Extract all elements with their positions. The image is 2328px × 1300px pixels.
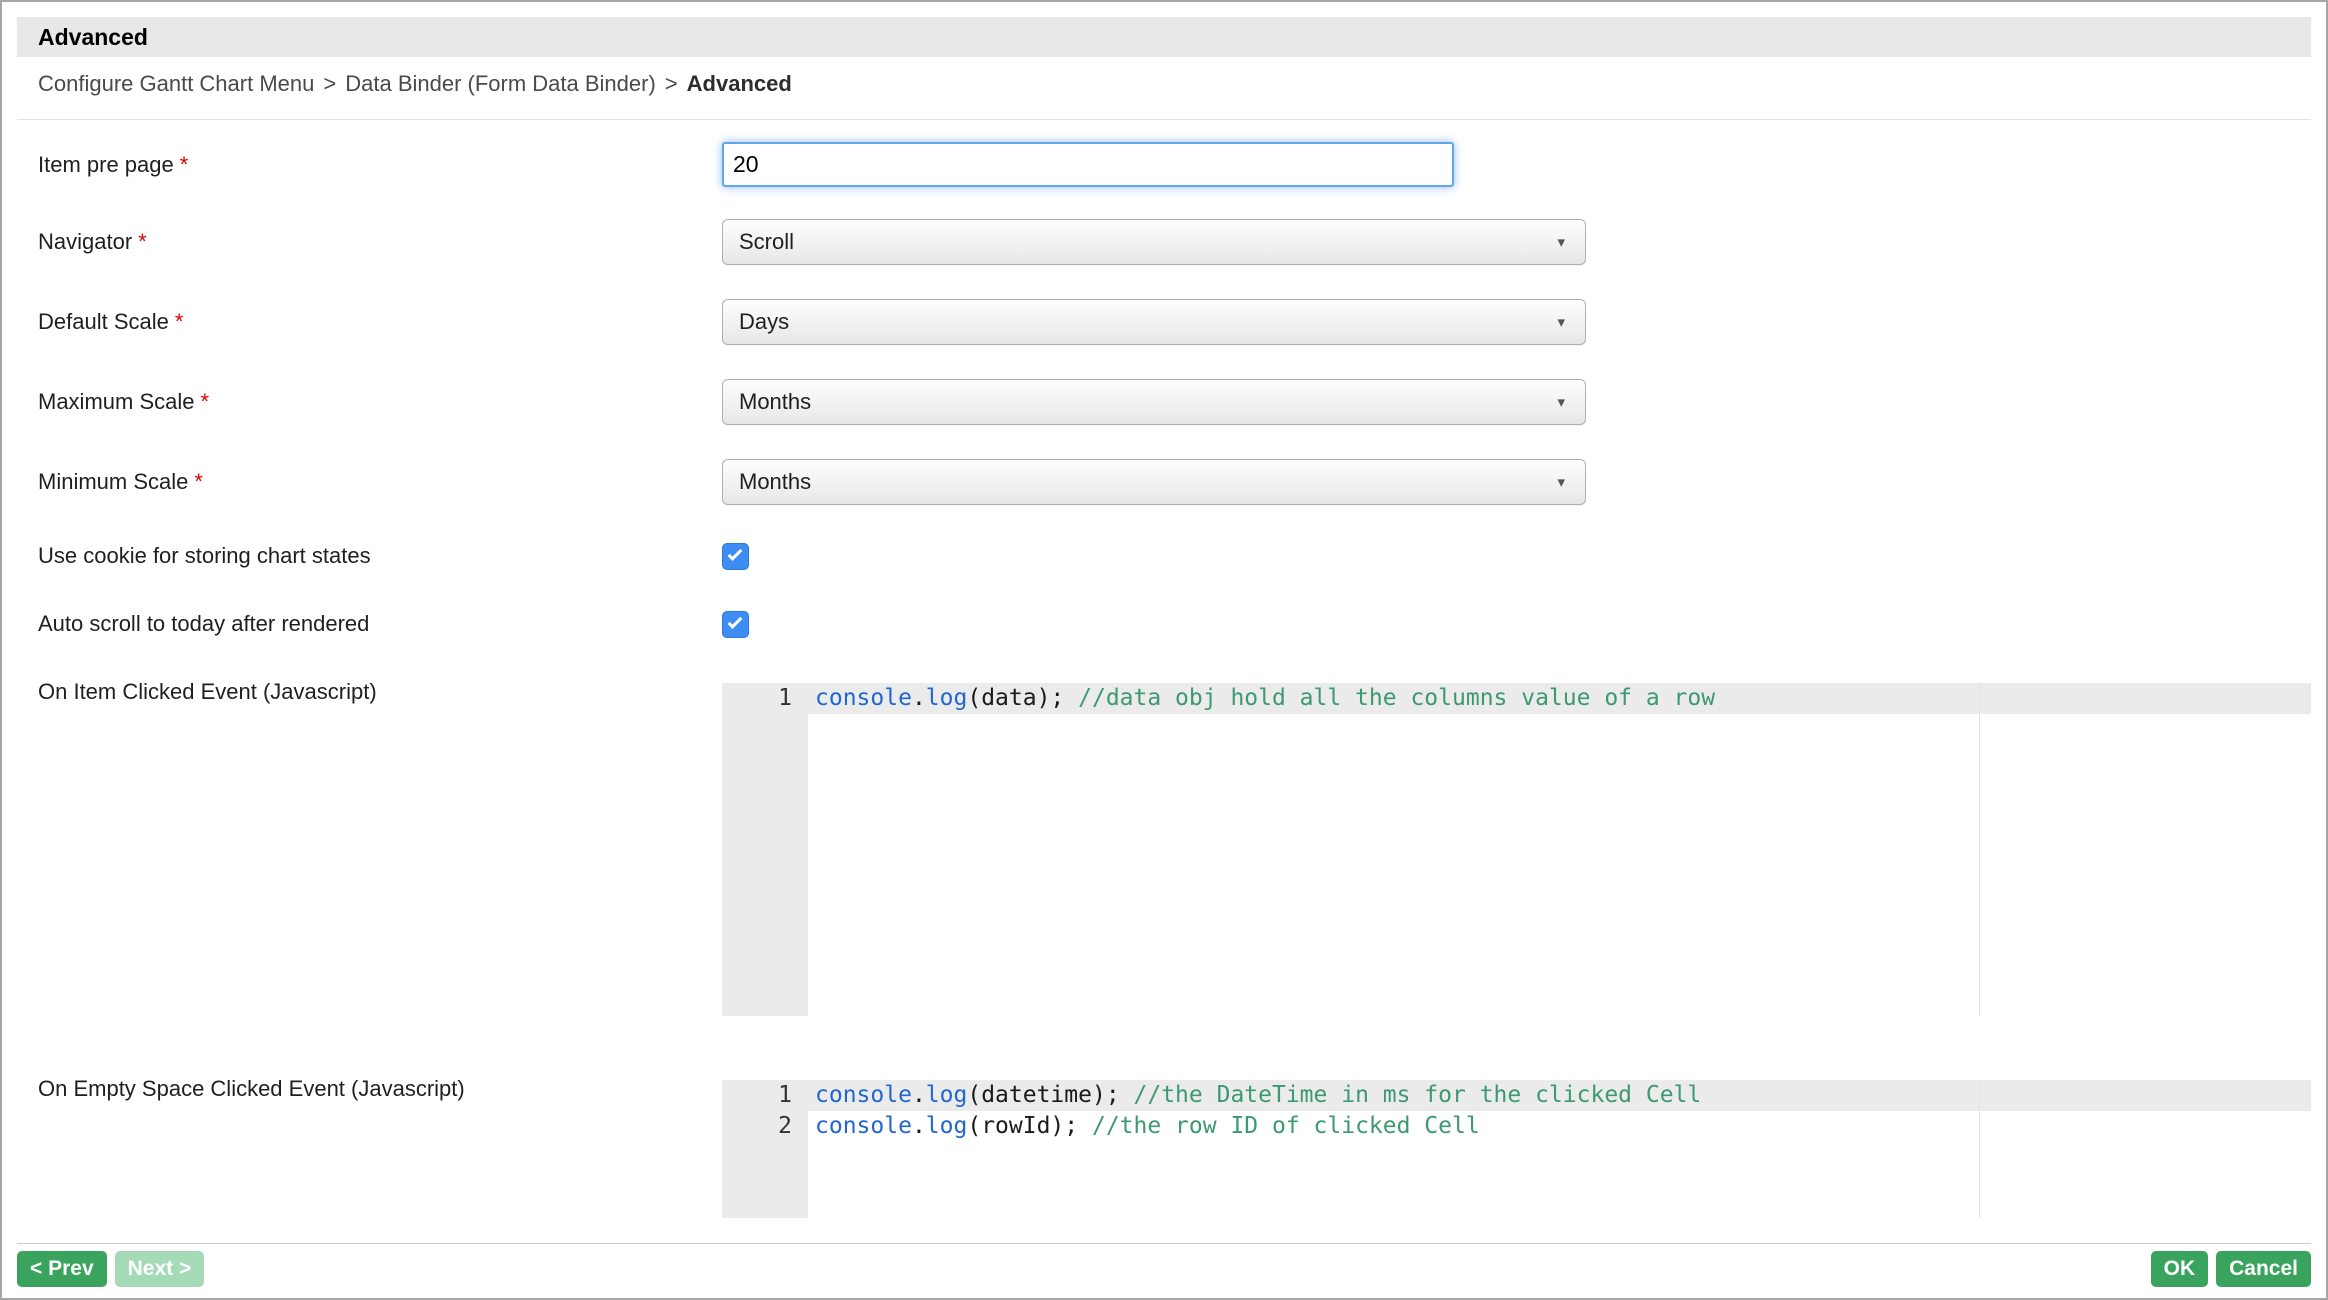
code-line[interactable]: console.log(data); //data obj hold all t… (808, 683, 2311, 714)
field-label: Navigator* (38, 229, 722, 255)
code-token-ident: console (815, 1082, 912, 1108)
cancel-button[interactable]: Cancel (2216, 1251, 2311, 1287)
minimum-scale-select[interactable]: Months ▾ (722, 459, 1586, 505)
chevron-down-icon: ▾ (1557, 313, 1565, 331)
field-label: Item pre page* (38, 152, 722, 178)
on-item-clicked-label: On Item Clicked Event (Javascript) (38, 679, 722, 705)
on-item-clicked-row: On Item Clicked Event (Javascript) 1 con… (38, 683, 2311, 1016)
minimum-scale-row: Minimum Scale* Months ▾ (38, 459, 2311, 505)
maximum-scale-select-value: Months (739, 389, 811, 415)
breadcrumb-separator: > (323, 71, 336, 96)
advanced-dialog: Advanced Configure Gantt Chart Menu > Data… (0, 0, 2328, 1300)
prev-button[interactable]: < Prev (17, 1251, 107, 1287)
breadcrumb-item-current: Advanced (687, 71, 792, 96)
default-scale-select-value: Days (739, 309, 789, 335)
chevron-down-icon: ▾ (1557, 393, 1565, 411)
code-token-ident: log (926, 685, 968, 711)
code-gutter: 12 (722, 1080, 808, 1218)
required-asterisk: * (180, 152, 189, 177)
ok-button[interactable]: OK (2151, 1251, 2209, 1287)
line-number: 1 (722, 1080, 808, 1111)
code-token-plain: (rowId); (967, 1113, 1092, 1139)
line-number: 2 (722, 1111, 808, 1142)
required-asterisk: * (138, 229, 147, 254)
code-token-plain: . (912, 1082, 926, 1108)
next-button[interactable]: Next > (115, 1251, 205, 1287)
window-title: Advanced (38, 24, 148, 51)
chevron-down-icon: ▾ (1557, 233, 1565, 251)
default-scale-label: Default Scale (38, 309, 169, 334)
line-number: 1 (722, 683, 808, 714)
code-token-comment: //the DateTime in ms for the clicked Cel… (1134, 1082, 1702, 1108)
maximum-scale-label: Maximum Scale (38, 389, 194, 414)
navigator-label: Navigator (38, 229, 132, 254)
code-token-comment: //data obj hold all the columns value of… (1078, 685, 1715, 711)
use-cookie-label: Use cookie for storing chart states (38, 543, 722, 569)
minimum-scale-select-value: Months (739, 469, 811, 495)
code-token-plain: . (912, 1113, 926, 1139)
code-token-ident: log (926, 1082, 968, 1108)
code-token-ident: console (815, 1113, 912, 1139)
wizard-nav-buttons: < Prev Next > (17, 1251, 204, 1287)
dialog-action-buttons: OK Cancel (2151, 1251, 2311, 1287)
navigator-select[interactable]: Scroll ▾ (722, 219, 1586, 265)
on-empty-space-clicked-row: On Empty Space Clicked Event (Javascript… (38, 1080, 2311, 1218)
breadcrumb: Configure Gantt Chart Menu > Data Binder (… (17, 71, 2311, 120)
field-label: Maximum Scale* (38, 389, 722, 415)
code-gutter: 1 (722, 683, 808, 1016)
code-line[interactable]: console.log(datetime); //the DateTime in… (808, 1080, 2311, 1111)
breadcrumb-item-menu: Configure Gantt Chart Menu (38, 71, 314, 96)
use-cookie-checkbox[interactable] (722, 543, 749, 570)
column-ruler (1979, 1080, 1980, 1218)
minimum-scale-label: Minimum Scale (38, 469, 188, 494)
navigator-select-value: Scroll (739, 229, 794, 255)
default-scale-row: Default Scale* Days ▾ (38, 299, 2311, 345)
maximum-scale-select[interactable]: Months ▾ (722, 379, 1586, 425)
code-content[interactable]: console.log(datetime); //the DateTime in… (808, 1080, 2311, 1218)
on-item-clicked-editor[interactable]: 1 console.log(data); //data obj hold all… (722, 683, 2311, 1016)
code-token-plain: (data); (967, 685, 1078, 711)
code-token-plain: . (912, 685, 926, 711)
required-asterisk: * (175, 309, 184, 334)
checkmark-icon (728, 546, 743, 561)
breadcrumb-item-data-binder: Data Binder (Form Data Binder) (345, 71, 656, 96)
window-titlebar: Advanced (17, 17, 2311, 57)
code-content[interactable]: console.log(data); //data obj hold all t… (808, 683, 2311, 1016)
item-per-page-label: Item pre page (38, 152, 174, 177)
item-per-page-row: Item pre page* (38, 142, 2311, 187)
field-label: Minimum Scale* (38, 469, 722, 495)
on-empty-space-clicked-label: On Empty Space Clicked Event (Javascript… (38, 1076, 722, 1102)
item-per-page-input[interactable] (722, 142, 1454, 187)
maximum-scale-row: Maximum Scale* Months ▾ (38, 379, 2311, 425)
required-asterisk: * (200, 389, 209, 414)
auto-scroll-row: Auto scroll to today after rendered (38, 609, 2311, 639)
field-label: Default Scale* (38, 309, 722, 335)
breadcrumb-separator: > (665, 71, 678, 96)
column-ruler (1979, 683, 1980, 1016)
chevron-down-icon: ▾ (1557, 473, 1565, 491)
on-empty-space-clicked-editor[interactable]: 12 console.log(datetime); //the DateTime… (722, 1080, 2311, 1218)
auto-scroll-checkbox[interactable] (722, 611, 749, 638)
use-cookie-row: Use cookie for storing chart states (38, 541, 2311, 571)
code-token-comment: //the row ID of clicked Cell (1092, 1113, 1480, 1139)
default-scale-select[interactable]: Days ▾ (722, 299, 1586, 345)
code-token-ident: log (926, 1113, 968, 1139)
advanced-form: Item pre page* Navigator* Scroll ▾ Defau… (17, 142, 2311, 1218)
required-asterisk: * (194, 469, 203, 494)
code-line[interactable]: console.log(rowId); //the row ID of clic… (808, 1111, 2311, 1142)
footer-bar: < Prev Next > OK Cancel (17, 1243, 2311, 1287)
checkmark-icon (728, 614, 743, 629)
code-token-plain: (datetime); (967, 1082, 1133, 1108)
code-token-ident: console (815, 685, 912, 711)
navigator-row: Navigator* Scroll ▾ (38, 219, 2311, 265)
auto-scroll-label: Auto scroll to today after rendered (38, 611, 722, 637)
